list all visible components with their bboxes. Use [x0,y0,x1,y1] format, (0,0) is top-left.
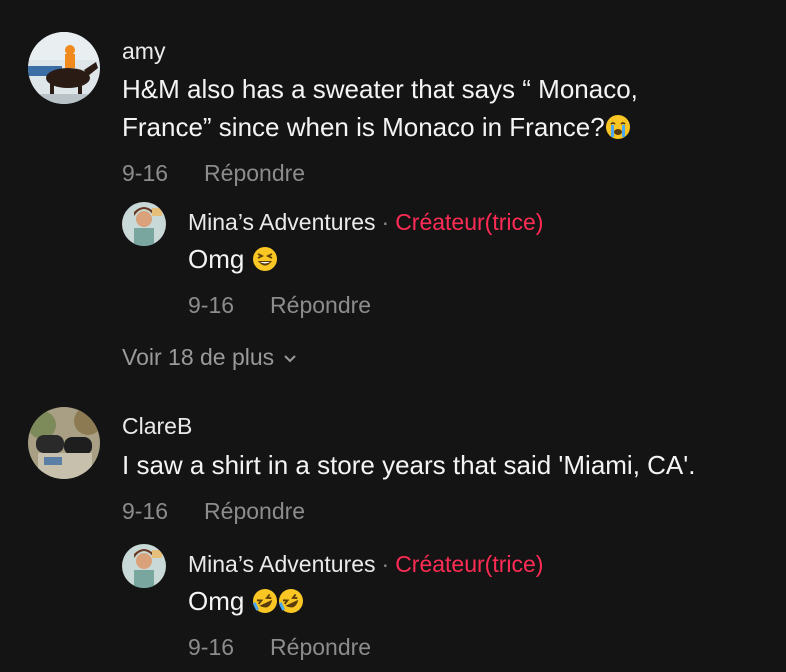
comment-text: H&M also has a sweater that says “ Monac… [122,70,762,150]
chevron-down-icon [284,355,296,363]
reply-date: 9-16 [188,634,235,660]
separator: · [381,209,390,235]
loudly-crying-face-icon [605,112,631,150]
reply-text: Omg [188,240,278,282]
reply-text-content: Omg [188,586,245,616]
reply-meta: 9-16 Répondre [188,292,371,319]
reply-text: Omg [188,582,304,624]
view-more-replies-button[interactable]: Voir 18 de plus [122,344,298,371]
reply-author-line: Mina’s Adventures · Créateur(trice) [188,551,543,578]
comment-author[interactable]: ClareB [122,413,192,440]
comment-text-line-2: France” since when is Monaco in France? [122,108,762,150]
reply-button[interactable]: Répondre [204,498,305,524]
creator-badge: Créateur(trice) [395,551,544,577]
avatar-amy[interactable] [28,32,100,104]
comment-author[interactable]: amy [122,38,165,65]
creator-badge: Créateur(trice) [395,209,544,235]
reply-meta: 9-16 Répondre [188,634,371,661]
comment-text: I saw a shirt in a store years that said… [122,446,782,484]
avatar-creator[interactable] [122,544,166,588]
reply-author-line: Mina’s Adventures · Créateur(trice) [188,209,543,236]
rolling-on-floor-laughing-icon [278,586,304,624]
avatar-clareb[interactable] [28,407,100,479]
grinning-squinting-face-icon [252,244,278,282]
comment-meta: 9-16 Répondre [122,160,305,187]
rolling-on-floor-laughing-icon [252,586,278,624]
avatar-creator[interactable] [122,202,166,246]
comment-meta: 9-16 Répondre [122,498,305,525]
comment-date: 9-16 [122,498,169,524]
reply-author[interactable]: Mina’s Adventures [188,209,376,235]
reply-button[interactable]: Répondre [270,292,371,318]
reply-date: 9-16 [188,292,235,318]
reply-button[interactable]: Répondre [270,634,371,660]
comment-text-line: France” since when is Monaco in France? [122,112,605,142]
comment-date: 9-16 [122,160,169,186]
comment-text-line: I saw a shirt in a store years that said… [122,450,696,480]
reply-button[interactable]: Répondre [204,160,305,186]
comment-text-line: H&M also has a sweater that says “ Monac… [122,74,638,104]
reply-author[interactable]: Mina’s Adventures [188,551,376,577]
view-more-label: Voir 18 de plus [122,344,275,370]
reply-text-content: Omg [188,244,245,274]
separator: · [381,551,390,577]
